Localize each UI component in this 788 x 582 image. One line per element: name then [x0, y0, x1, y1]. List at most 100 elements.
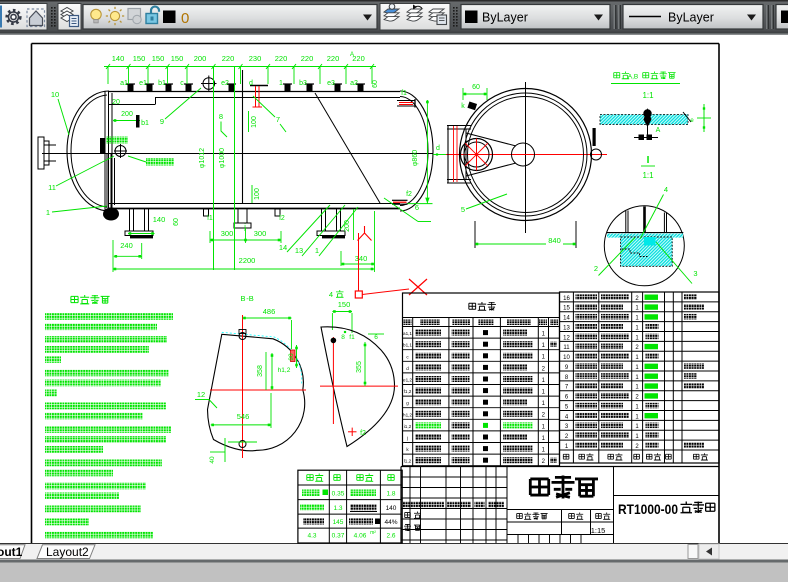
- svg-text:60: 60: [472, 84, 480, 91]
- svg-text:6: 6: [415, 203, 419, 212]
- svg-text:240: 240: [120, 241, 133, 250]
- svg-text:486: 486: [263, 307, 276, 316]
- svg-text:44%: 44%: [384, 519, 397, 526]
- svg-text:l1: l1: [207, 215, 213, 222]
- svg-text:12: 12: [563, 335, 570, 341]
- svg-text:1: 1: [46, 208, 50, 217]
- svg-text:14: 14: [279, 243, 287, 252]
- svg-text:60: 60: [173, 218, 180, 226]
- svg-text:1: 1: [315, 246, 319, 255]
- svg-text:1.3: 1.3: [333, 505, 342, 512]
- svg-text:300: 300: [221, 229, 234, 238]
- svg-text:i1,2: i1,2: [404, 424, 412, 429]
- svg-text:355: 355: [356, 361, 363, 373]
- svg-text:8: 8: [341, 334, 345, 341]
- svg-text:c: c: [180, 80, 184, 87]
- svg-text:g: g: [406, 401, 409, 406]
- svg-text:A: A: [350, 52, 354, 58]
- svg-text:100: 100: [254, 188, 261, 200]
- svg-text:90: 90: [288, 353, 295, 361]
- svg-text:220: 220: [222, 54, 235, 63]
- svg-text:6: 6: [374, 334, 378, 341]
- svg-text:d: d: [249, 80, 253, 87]
- svg-text:2200: 2200: [239, 256, 256, 265]
- svg-text:b1: b1: [141, 120, 149, 127]
- svg-text:1: 1: [279, 80, 283, 87]
- svg-text:A: A: [656, 127, 661, 134]
- svg-text:220: 220: [275, 54, 288, 63]
- svg-text:l1,2: l1,2: [404, 459, 412, 464]
- svg-text:e3: e3: [327, 80, 335, 87]
- svg-text:4: 4: [664, 185, 668, 194]
- svg-text:20: 20: [112, 99, 120, 106]
- svg-text:d: d: [436, 145, 440, 152]
- svg-text:100: 100: [251, 116, 258, 128]
- svg-text:4: 4: [329, 290, 333, 299]
- svg-text:Layout2: Layout2: [46, 545, 89, 559]
- svg-text:f2: f2: [406, 191, 412, 198]
- svg-text:15: 15: [563, 306, 570, 312]
- svg-text:140: 140: [386, 505, 397, 512]
- svg-text:RT1000-00: RT1000-00: [618, 501, 678, 517]
- svg-text:f1: f1: [349, 334, 355, 341]
- svg-text:φ1012: φ1012: [199, 148, 206, 168]
- svg-text:140: 140: [112, 54, 125, 63]
- svg-text:200: 200: [344, 220, 351, 232]
- svg-text:16: 16: [563, 296, 570, 302]
- svg-text:11: 11: [563, 345, 570, 351]
- svg-text:13: 13: [295, 246, 303, 255]
- svg-text:8: 8: [219, 112, 223, 121]
- svg-text:φ1000: φ1000: [219, 148, 226, 168]
- svg-text:13: 13: [563, 325, 570, 331]
- svg-text:150: 150: [133, 54, 146, 63]
- svg-text:358: 358: [257, 365, 264, 377]
- svg-text:40: 40: [209, 456, 216, 464]
- svg-text:12: 12: [197, 390, 205, 399]
- svg-text:1.8: 1.8: [386, 491, 395, 498]
- svg-text:k: k: [461, 103, 465, 110]
- svg-text:220: 220: [301, 54, 314, 63]
- svg-text:a2: a2: [350, 80, 358, 87]
- svg-text:l2: l2: [279, 215, 285, 222]
- svg-text:m²: m²: [370, 530, 376, 536]
- svg-text:a1,1: a1,1: [403, 331, 412, 336]
- svg-text:b1: b1: [158, 80, 166, 87]
- svg-text:9: 9: [160, 117, 164, 126]
- svg-text:2.6: 2.6: [386, 533, 395, 540]
- svg-text:j: j: [406, 436, 408, 441]
- svg-text:840: 840: [548, 236, 561, 245]
- svg-text:1:1: 1:1: [642, 171, 654, 180]
- svg-text:a1: a1: [120, 80, 128, 87]
- svg-text:ByLayer: ByLayer: [668, 11, 714, 25]
- svg-text:11: 11: [48, 183, 56, 192]
- svg-text:145: 145: [333, 519, 344, 526]
- svg-text:d: d: [406, 366, 409, 371]
- svg-text:0: 0: [181, 10, 189, 27]
- svg-text:3: 3: [693, 269, 697, 278]
- svg-text:5: 5: [461, 205, 465, 214]
- svg-text:b3: b3: [299, 80, 307, 87]
- svg-text:φ860: φ860: [412, 150, 419, 166]
- svg-text:e1: e1: [139, 80, 147, 87]
- svg-text:1:15: 1:15: [591, 526, 606, 535]
- svg-text:150: 150: [338, 300, 351, 309]
- svg-text:f2: f2: [360, 430, 366, 437]
- svg-text:10: 10: [563, 355, 570, 361]
- svg-text:300: 300: [254, 229, 267, 238]
- svg-text:200: 200: [194, 54, 207, 63]
- svg-text:140: 140: [153, 215, 166, 224]
- svg-text:I: I: [647, 155, 650, 166]
- svg-text:220: 220: [327, 54, 340, 63]
- svg-text:e2: e2: [221, 80, 229, 87]
- svg-text:150: 150: [152, 54, 165, 63]
- svg-text:230: 230: [249, 54, 262, 63]
- svg-text:h1,2: h1,2: [403, 412, 412, 417]
- svg-text:546: 546: [237, 412, 250, 421]
- svg-text:7: 7: [276, 115, 280, 124]
- svg-text:B: B: [240, 294, 245, 303]
- svg-text:4.3: 4.3: [307, 533, 316, 540]
- svg-text:4.06: 4.06: [354, 533, 367, 540]
- svg-text:A,B: A,B: [628, 74, 638, 81]
- svg-text:f1: f1: [401, 90, 407, 97]
- svg-text:14: 14: [563, 316, 570, 322]
